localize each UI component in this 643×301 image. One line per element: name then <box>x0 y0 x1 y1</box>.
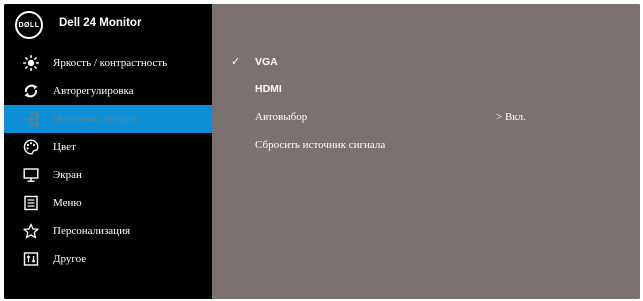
star-icon <box>23 223 39 239</box>
option-reset-input-source[interactable]: Сбросить источник сигнала <box>212 138 640 158</box>
option-auto-select[interactable]: Автовыбор > Вкл. <box>212 110 640 130</box>
dell-logo: DØLL <box>15 11 43 39</box>
sidebar-item-label: Другое <box>53 253 87 265</box>
monitor-osd: DØLL Dell 24 Monitor Яркость / контрастн… <box>4 4 640 299</box>
main-menu: Яркость / контрастность Авторегулировка <box>4 49 212 273</box>
osd-header: DØLL Dell 24 Monitor <box>4 4 212 46</box>
sidebar-item-label: Меню <box>53 197 82 209</box>
color-icon <box>23 139 39 155</box>
sidebar-item-label: Яркость / контрастность <box>53 57 168 69</box>
option-label: Сбросить источник сигнала <box>255 139 386 151</box>
option-label: VGA <box>255 56 278 68</box>
sidebar-item-display[interactable]: Экран <box>4 161 212 189</box>
display-icon <box>23 167 39 183</box>
sidebar-item-personalize[interactable]: Персонализация <box>4 217 212 245</box>
sidebar-item-other[interactable]: Другое <box>4 245 212 273</box>
sidebar-item-label: Цвет <box>53 141 76 153</box>
checkmark-icon: ✓ <box>231 55 241 68</box>
input-source-icon <box>23 111 39 127</box>
monitor-name: Dell 24 Monitor <box>59 17 142 29</box>
sidebar-item-label: Экран <box>53 169 82 181</box>
menu-icon <box>23 195 39 211</box>
brightness-icon <box>23 55 39 71</box>
sidebar-item-input-source[interactable]: Источник сигнала <box>4 105 212 133</box>
option-hdmi[interactable]: HDMI <box>212 82 640 102</box>
option-value: > Вкл. <box>496 111 526 123</box>
sidebar: DØLL Dell 24 Monitor Яркость / контрастн… <box>4 4 212 299</box>
sidebar-item-label: Персонализация <box>53 225 131 237</box>
sidebar-item-color[interactable]: Цвет <box>4 133 212 161</box>
content-panel: ✓ VGA HDMI Автовыбор > Вкл. Сбросить ист… <box>212 4 640 299</box>
option-vga[interactable]: ✓ VGA <box>212 55 640 75</box>
sidebar-item-label: Источник сигнала <box>53 113 138 125</box>
other-icon <box>23 251 39 267</box>
sidebar-item-label: Авторегулировка <box>53 85 134 97</box>
sidebar-item-menu[interactable]: Меню <box>4 189 212 217</box>
sidebar-item-auto-adjust[interactable]: Авторегулировка <box>4 77 212 105</box>
sidebar-item-brightness-contrast[interactable]: Яркость / контрастность <box>4 49 212 77</box>
option-label: HDMI <box>255 83 282 95</box>
auto-adjust-icon <box>23 83 39 99</box>
option-label: Автовыбор <box>255 111 308 123</box>
